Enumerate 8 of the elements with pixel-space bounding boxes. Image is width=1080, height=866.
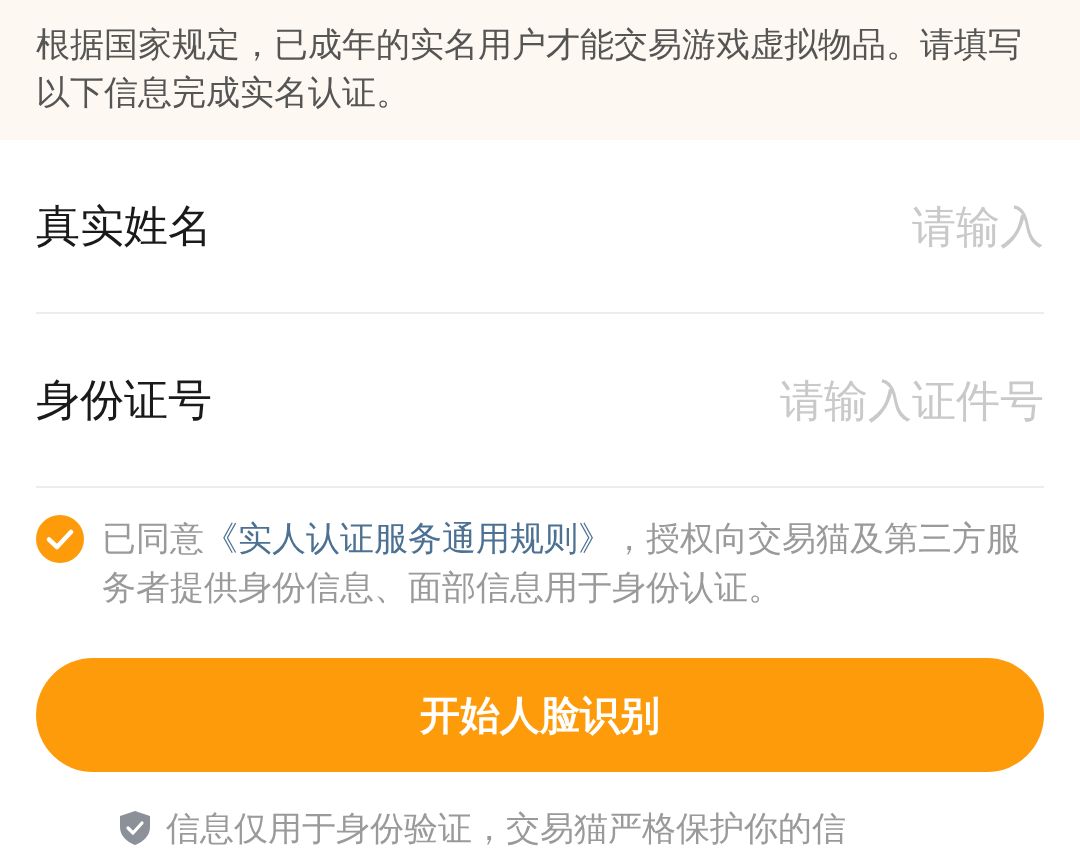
shield-check-icon bbox=[120, 811, 150, 845]
agreement-text: 已同意《实人认证服务通用规则》，授权向交易猫及第三方服务者提供身份信息、面部信息用于身份认证。 bbox=[102, 517, 1021, 609]
privacy-note: 信息仅用于身份验证，交易猫严格保护你的信 bbox=[166, 807, 846, 850]
checkbox[interactable] bbox=[36, 515, 84, 563]
field-label: 真实姓名 bbox=[36, 198, 212, 253]
rules-link[interactable]: 《实人认证服务通用规则》 bbox=[204, 518, 612, 558]
field-label: 身份证号 bbox=[36, 372, 212, 427]
notice-text: 根据国家规定，已成年的实名用户才能交易游戏虚拟物品。请填写以下信息完成实名认证。 bbox=[36, 23, 1023, 114]
